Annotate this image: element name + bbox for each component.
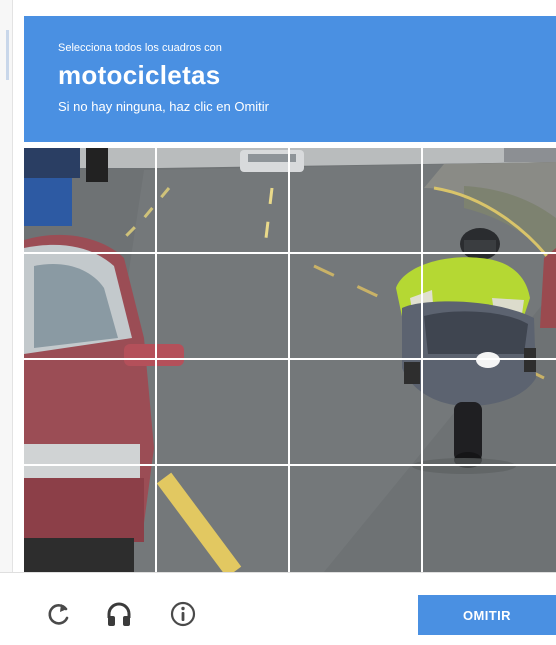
- grid-tile[interactable]: [423, 360, 556, 466]
- skip-button[interactable]: OMITIR: [418, 595, 556, 635]
- image-grid: [24, 148, 556, 572]
- tile-grid: [24, 148, 556, 572]
- grid-tile[interactable]: [423, 148, 556, 254]
- grid-tile[interactable]: [24, 148, 157, 254]
- reload-icon[interactable]: [44, 599, 74, 629]
- grid-tile[interactable]: [290, 466, 423, 572]
- skip-hint: Si no hay ninguna, haz clic en Omitir: [58, 99, 269, 114]
- grid-tile[interactable]: [423, 466, 556, 572]
- grid-tile[interactable]: [290, 360, 423, 466]
- headphones-icon[interactable]: [104, 599, 134, 629]
- left-scroll-edge: [0, 0, 13, 644]
- challenge-keyword: motocicletas: [58, 60, 221, 90]
- captcha-dialog: Selecciona todos los cuadros con motocic…: [0, 0, 556, 645]
- scroll-thumb[interactable]: [6, 30, 9, 80]
- grid-tile[interactable]: [24, 466, 157, 572]
- instruction-text: Selecciona todos los cuadros con: [58, 42, 222, 54]
- grid-tile[interactable]: [157, 360, 290, 466]
- grid-tile[interactable]: [290, 148, 423, 254]
- grid-tile[interactable]: [157, 254, 290, 360]
- grid-tile[interactable]: [157, 466, 290, 572]
- captcha-footer: OMITIR: [0, 572, 556, 645]
- grid-tile[interactable]: [157, 148, 290, 254]
- info-icon[interactable]: [168, 599, 198, 629]
- grid-tile[interactable]: [423, 254, 556, 360]
- grid-tile[interactable]: [24, 254, 157, 360]
- grid-tile[interactable]: [24, 360, 157, 466]
- challenge-header: Selecciona todos los cuadros con motocic…: [24, 16, 556, 142]
- grid-tile[interactable]: [290, 254, 423, 360]
